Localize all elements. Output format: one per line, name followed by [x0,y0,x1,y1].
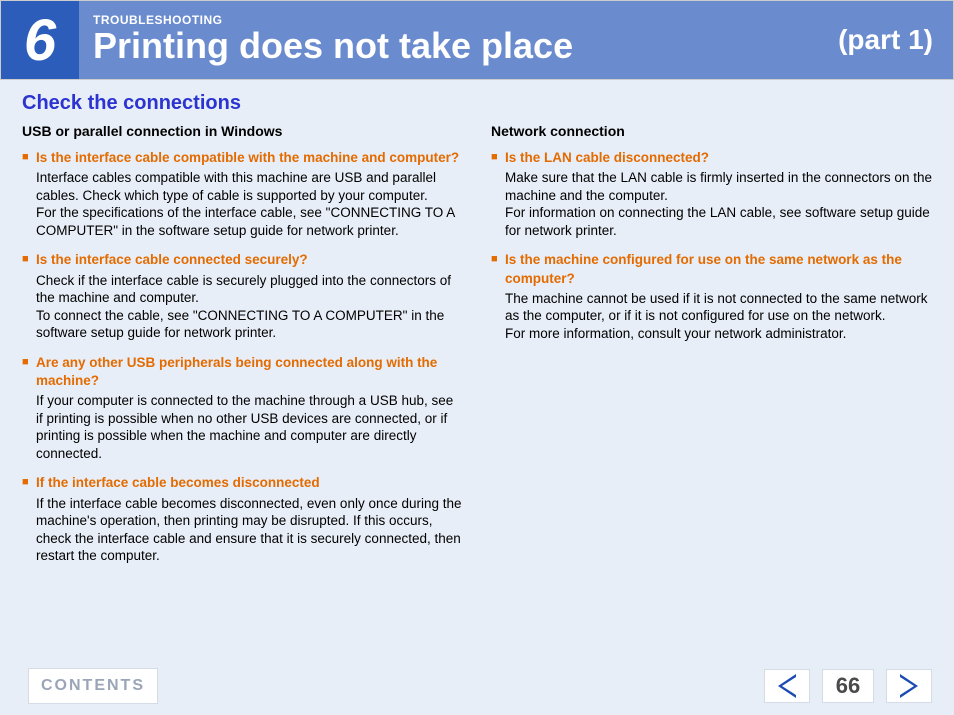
item-title: ■ Is the machine configured for use on th… [491,251,932,287]
item-title-text: If the interface cable becomes disconnec… [36,475,320,490]
right-column: Network connection ■ Is the LAN cable dis… [491,123,932,577]
bullet-icon: ■ [491,252,498,267]
left-column: USB or parallel connection in Windows ■ I… [22,123,463,577]
page-title: Printing does not take place [93,25,838,67]
item-title: ■ If the interface cable becomes disconne… [22,474,463,492]
content-area: Check the connections USB or parallel co… [0,80,954,646]
item-body: If the interface cable becomes disconnec… [22,495,463,565]
item-title: ■ Is the interface cable compatible with … [22,149,463,167]
contents-label: CONTENTS [41,677,145,694]
item-title-text: Is the machine configured for use on the… [505,252,902,285]
item-body: Check if the interface cable is securely… [22,272,463,342]
page-header: 6 TROUBLESHOOTING Printing does not take… [0,0,954,80]
list-item: ■ Is the interface cable connected secure… [22,251,463,341]
right-sub-heading: Network connection [491,123,932,139]
bullet-icon: ■ [22,150,29,165]
item-title: ■ Is the LAN cable disconnected? [491,149,932,167]
part-label: (part 1) [838,24,953,56]
item-body: Interface cables compatible with this ma… [22,169,463,239]
chapter-number-box: 6 [1,1,79,79]
columns: USB or parallel connection in Windows ■ I… [22,123,932,577]
bullet-icon: ■ [491,150,498,165]
item-title: ■ Are any other USB peripherals being con… [22,354,463,390]
contents-button[interactable]: CONTENTS [28,668,158,704]
list-item: ■ Is the LAN cable disconnected? Make sur… [491,149,932,239]
bullet-icon: ■ [22,475,29,490]
chapter-number: 6 [24,7,56,74]
list-item: ■ Is the interface cable compatible with … [22,149,463,239]
nav-group: 66 [764,669,932,703]
list-item: ■ If the interface cable becomes disconne… [22,474,463,564]
next-page-button[interactable] [886,669,932,703]
prev-page-button[interactable] [764,669,810,703]
page-number: 66 [836,673,860,699]
item-title-text: Are any other USB peripherals being conn… [36,355,437,388]
header-text-block: TROUBLESHOOTING Printing does not take p… [79,13,838,67]
footer-bar: CONTENTS 66 [0,657,954,715]
left-sub-heading: USB or parallel connection in Windows [22,123,463,139]
item-title-text: Is the interface cable connected securel… [36,252,308,267]
item-body: Make sure that the LAN cable is firmly i… [491,169,932,239]
bullet-icon: ■ [22,252,29,267]
triangle-right-icon [898,674,920,698]
item-body: If your computer is connected to the mac… [22,392,463,462]
item-title-text: Is the interface cable compatible with t… [36,150,459,165]
item-title: ■ Is the interface cable connected secure… [22,251,463,269]
section-heading: Check the connections [22,92,932,115]
list-item: ■ Is the machine configured for use on th… [491,251,932,342]
item-title-text: Is the LAN cable disconnected? [505,150,709,165]
bullet-icon: ■ [22,355,29,370]
triangle-left-icon [776,674,798,698]
list-item: ■ Are any other USB peripherals being con… [22,354,463,463]
item-body: The machine cannot be used if it is not … [491,290,932,343]
page-number-box: 66 [822,669,874,703]
